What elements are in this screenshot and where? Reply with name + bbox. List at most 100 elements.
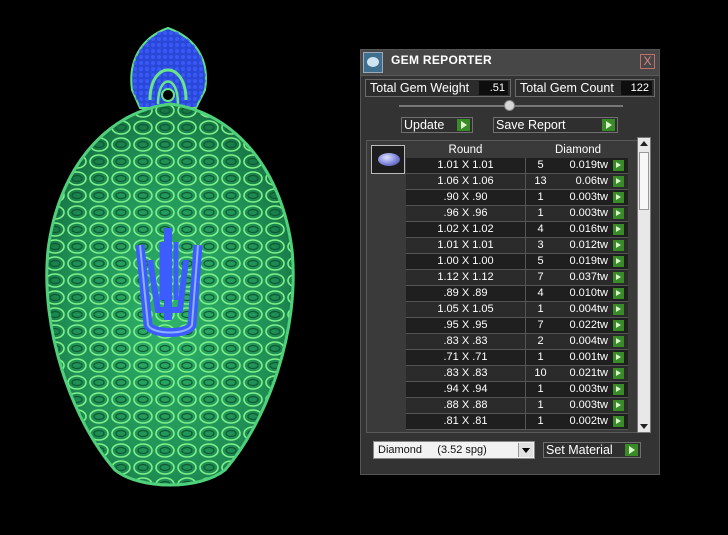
update-button[interactable]: Update bbox=[401, 117, 473, 133]
material-select-value: Diamond (3.52 spg) bbox=[378, 444, 487, 456]
table-row[interactable]: .83 X .83 10 0.021tw bbox=[406, 366, 628, 382]
select-row-arrow-icon[interactable] bbox=[613, 224, 624, 235]
table-row[interactable]: .81 X .81 1 0.002tw bbox=[406, 414, 628, 430]
select-row-arrow-icon[interactable] bbox=[613, 288, 624, 299]
gem-weight-cell: 0.037tw bbox=[569, 271, 608, 283]
gem-size-cell: .83 X .83 bbox=[406, 366, 526, 381]
scroll-down-arrow-icon[interactable] bbox=[640, 424, 648, 429]
select-row-arrow-icon[interactable] bbox=[613, 384, 624, 395]
select-row-arrow-icon[interactable] bbox=[613, 320, 624, 331]
select-row-arrow-icon[interactable] bbox=[613, 240, 624, 251]
update-label: Update bbox=[404, 118, 445, 132]
table-row[interactable]: .71 X .71 1 0.001tw bbox=[406, 350, 628, 366]
gem-count-cell: 2 bbox=[537, 335, 544, 347]
table-row[interactable]: .95 X .95 7 0.022tw bbox=[406, 318, 628, 334]
total-gem-weight-box: Total Gem Weight .51 bbox=[365, 79, 511, 97]
select-row-arrow-icon[interactable] bbox=[613, 208, 624, 219]
table-row[interactable]: .83 X .83 2 0.004tw bbox=[406, 334, 628, 350]
select-row-arrow-icon[interactable] bbox=[613, 192, 624, 203]
gem-count-cell: 1 bbox=[537, 303, 544, 315]
slider-handle[interactable] bbox=[504, 100, 515, 111]
gem-weight-cell: 0.003tw bbox=[569, 399, 608, 411]
select-row-arrow-icon[interactable] bbox=[613, 160, 624, 171]
total-gem-count-box: Total Gem Count 122 bbox=[515, 79, 655, 97]
table-row[interactable]: 1.06 X 1.06 13 0.06tw bbox=[406, 174, 628, 190]
panel-title: GEM REPORTER bbox=[391, 53, 492, 67]
gem-size-cell: 1.00 X 1.00 bbox=[406, 254, 526, 269]
gem-weight-cell: 0.004tw bbox=[569, 335, 608, 347]
gem-count-cell: 1 bbox=[537, 207, 544, 219]
gem-table-area: Round Diamond 1.01 X 1.01 5 0.019tw 1.06 X … bbox=[366, 140, 638, 433]
table-row[interactable]: .88 X .88 1 0.003tw bbox=[406, 398, 628, 414]
table-row[interactable]: 1.01 X 1.01 5 0.019tw bbox=[406, 158, 628, 174]
gem-weight-cell: 0.016tw bbox=[569, 223, 608, 235]
gem-weight-cell: 0.002tw bbox=[569, 415, 608, 427]
play-arrow-icon bbox=[625, 444, 638, 456]
gem-count-cell: 1 bbox=[537, 351, 544, 363]
gem-size-cell: .94 X .94 bbox=[406, 382, 526, 397]
gem-weight-cell: 0.003tw bbox=[569, 383, 608, 395]
gem-size-cell: 1.01 X 1.01 bbox=[406, 238, 526, 253]
table-row[interactable]: .96 X .96 1 0.003tw bbox=[406, 206, 628, 222]
dropdown-arrow-icon[interactable] bbox=[518, 443, 533, 457]
gem-size-cell: .81 X .81 bbox=[406, 414, 526, 429]
gem-size-cell: 1.05 X 1.05 bbox=[406, 302, 526, 317]
table-row[interactable]: .89 X .89 4 0.010tw bbox=[406, 286, 628, 302]
gem-weight-cell: 0.022tw bbox=[569, 319, 608, 331]
round-gem-shape-icon[interactable] bbox=[371, 145, 405, 174]
panel-titlebar[interactable]: GEM REPORTER X bbox=[361, 50, 659, 76]
gem-count-cell: 1 bbox=[537, 415, 544, 427]
gem-size-cell: .89 X .89 bbox=[406, 286, 526, 301]
table-row[interactable]: 1.12 X 1.12 7 0.037tw bbox=[406, 270, 628, 286]
gem-size-cell: .88 X .88 bbox=[406, 398, 526, 413]
gem-size-cell: .83 X .83 bbox=[406, 334, 526, 349]
play-arrow-icon bbox=[602, 119, 615, 131]
gem-weight-cell: 0.019tw bbox=[569, 255, 608, 267]
set-material-label: Set Material bbox=[546, 443, 613, 457]
total-gem-count-label: Total Gem Count bbox=[520, 81, 614, 95]
table-row[interactable]: .94 X .94 1 0.003tw bbox=[406, 382, 628, 398]
table-row[interactable]: 1.01 X 1.01 3 0.012tw bbox=[406, 238, 628, 254]
gem-weight-cell: 0.003tw bbox=[569, 191, 608, 203]
select-row-arrow-icon[interactable] bbox=[613, 336, 624, 347]
scroll-up-arrow-icon[interactable] bbox=[640, 141, 648, 146]
select-row-arrow-icon[interactable] bbox=[613, 304, 624, 315]
gem-size-cell: .90 X .90 bbox=[406, 190, 526, 205]
gem-count-cell: 1 bbox=[537, 191, 544, 203]
select-row-arrow-icon[interactable] bbox=[613, 272, 624, 283]
close-button[interactable]: X bbox=[640, 54, 655, 69]
gem-size-cell: .95 X .95 bbox=[406, 318, 526, 333]
set-material-button[interactable]: Set Material bbox=[543, 442, 641, 458]
gem-weight-cell: 0.001tw bbox=[569, 351, 608, 363]
select-row-arrow-icon[interactable] bbox=[613, 256, 624, 267]
gem-count-cell: 4 bbox=[537, 223, 544, 235]
gem-size-cell: .71 X .71 bbox=[406, 350, 526, 365]
select-row-arrow-icon[interactable] bbox=[613, 400, 624, 411]
gem-reporter-icon bbox=[363, 52, 383, 73]
gem-size-cell: 1.02 X 1.02 bbox=[406, 222, 526, 237]
select-row-arrow-icon[interactable] bbox=[613, 352, 624, 363]
save-report-label: Save Report bbox=[496, 118, 566, 132]
gem-size-cell: 1.06 X 1.06 bbox=[406, 174, 526, 189]
scrollbar-thumb[interactable] bbox=[639, 152, 649, 210]
table-row[interactable]: .90 X .90 1 0.003tw bbox=[406, 190, 628, 206]
table-row[interactable]: 1.00 X 1.00 5 0.019tw bbox=[406, 254, 628, 270]
table-row[interactable]: 1.05 X 1.05 1 0.004tw bbox=[406, 302, 628, 318]
gem-count-cell: 10 bbox=[534, 367, 547, 379]
select-row-arrow-icon[interactable] bbox=[613, 176, 624, 187]
3d-viewport[interactable] bbox=[0, 0, 360, 530]
gem-weight-cell: 0.021tw bbox=[569, 367, 608, 379]
gem-weight-cell: 0.010tw bbox=[569, 287, 608, 299]
gem-count-cell: 1 bbox=[537, 383, 544, 395]
gem-weight-cell: 0.012tw bbox=[569, 239, 608, 251]
table-row[interactable]: 1.02 X 1.02 4 0.016tw bbox=[406, 222, 628, 238]
column-header-material: Diamond bbox=[554, 144, 602, 156]
save-report-button[interactable]: Save Report bbox=[493, 117, 618, 133]
material-select[interactable]: Diamond (3.52 spg) bbox=[373, 441, 535, 459]
play-arrow-icon bbox=[457, 119, 470, 131]
gem-size-cell: .96 X .96 bbox=[406, 206, 526, 221]
grid-scrollbar[interactable] bbox=[637, 137, 651, 433]
gem-reporter-panel: GEM REPORTER X Total Gem Weight .51 Tota… bbox=[360, 49, 660, 475]
select-row-arrow-icon[interactable] bbox=[613, 416, 624, 427]
select-row-arrow-icon[interactable] bbox=[613, 368, 624, 379]
